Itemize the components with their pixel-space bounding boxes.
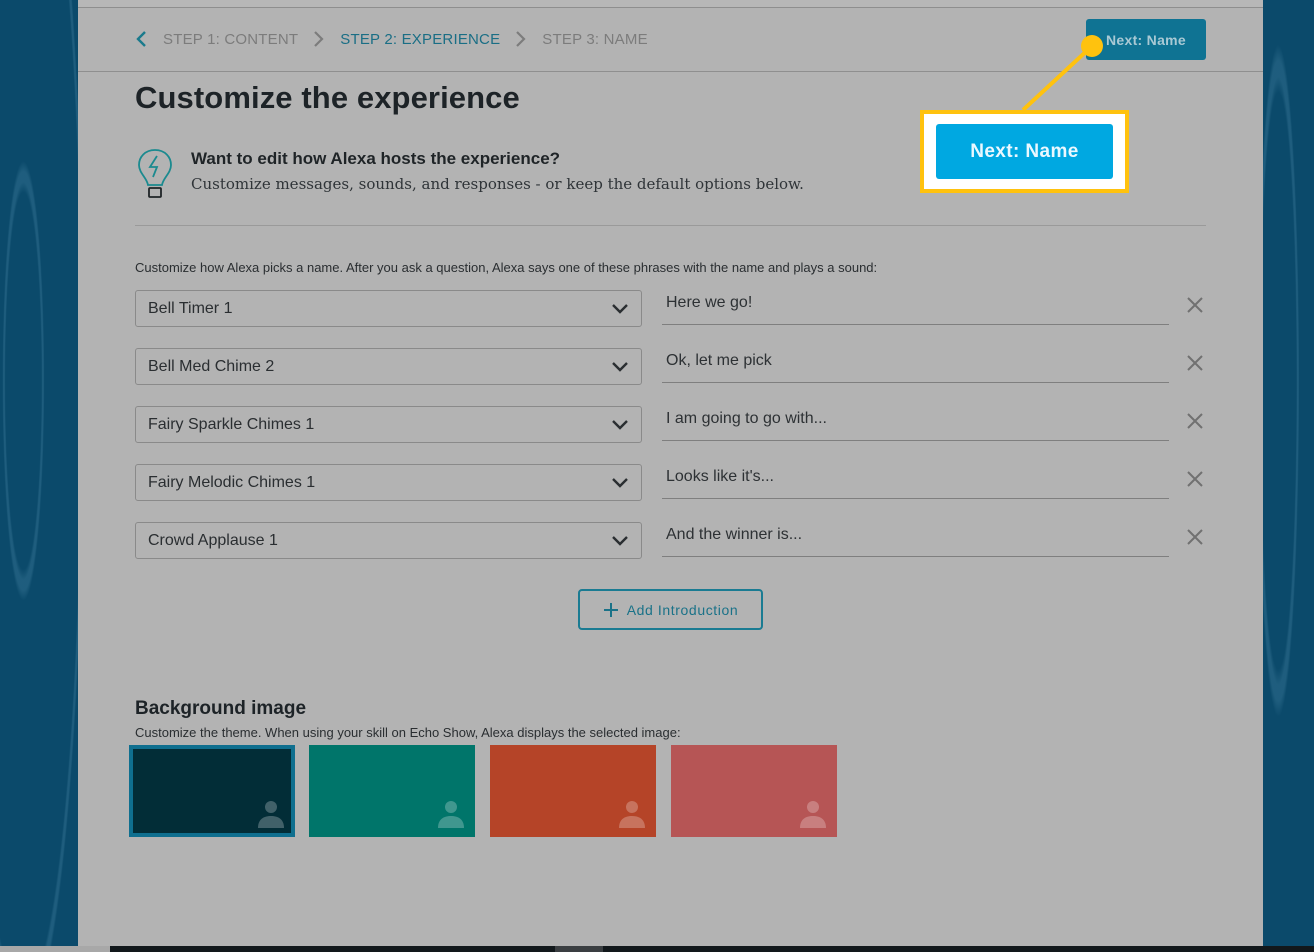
- background-swatch-orange[interactable]: [490, 745, 656, 837]
- phrase-input[interactable]: And the winner is...: [662, 520, 1169, 557]
- wizard-header: STEP 1: CONTENT STEP 2: EXPERIENCE STEP …: [78, 8, 1263, 72]
- add-introduction-button[interactable]: Add Introduction: [578, 589, 763, 630]
- lightbulb-icon: [138, 149, 172, 198]
- chevron-down-icon: [612, 304, 628, 314]
- horizontal-scrollbar[interactable]: [110, 946, 1314, 952]
- phrase-input[interactable]: Here we go!: [662, 288, 1169, 325]
- breadcrumb-step-name[interactable]: STEP 3: NAME: [542, 31, 648, 48]
- sound-select[interactable]: Fairy Sparkle Chimes 1: [135, 406, 642, 443]
- background-swatch-green[interactable]: [309, 745, 475, 837]
- breadcrumb: STEP 1: CONTENT STEP 2: EXPERIENCE STEP …: [135, 30, 648, 48]
- phrase-input[interactable]: I am going to go with...: [662, 404, 1169, 441]
- chevron-down-icon: [612, 420, 628, 430]
- add-introduction-label: Add Introduction: [626, 601, 739, 618]
- introduction-row: Fairy Sparkle Chimes 1 I am going to go …: [135, 406, 1206, 444]
- sound-select[interactable]: Bell Med Chime 2: [135, 348, 642, 385]
- next-name-button[interactable]: Next: Name: [1086, 19, 1206, 60]
- phrase-input[interactable]: Ok, let me pick: [662, 346, 1169, 383]
- background-swatch-dark-teal[interactable]: [129, 745, 295, 837]
- browser-top-edge: [0, 0, 1314, 8]
- introduction-row: Fairy Melodic Chimes 1 Looks like it's..…: [135, 464, 1206, 502]
- sound-select-value: Crowd Applause 1: [148, 532, 278, 549]
- callout-next-name-button: Next: Name: [936, 124, 1113, 179]
- page-title: Customize the experience: [135, 80, 520, 115]
- sound-select-value: Fairy Melodic Chimes 1: [148, 474, 316, 491]
- chevron-right-icon: [516, 31, 526, 47]
- taskbar-left: [0, 946, 110, 952]
- background-image-description: Customize the theme. When using your ski…: [135, 725, 681, 740]
- scrollbar-thumb[interactable]: [555, 946, 603, 952]
- background-swatch-rose[interactable]: [671, 745, 837, 837]
- phrase-input[interactable]: Looks like it's...: [662, 462, 1169, 499]
- callout-highlight: Next: Name: [920, 110, 1129, 193]
- breadcrumb-step-content[interactable]: STEP 1: CONTENT: [163, 31, 298, 48]
- close-icon[interactable]: [1185, 353, 1205, 373]
- sound-select[interactable]: Fairy Melodic Chimes 1: [135, 464, 642, 501]
- close-icon[interactable]: [1185, 295, 1205, 315]
- chevron-right-icon: [314, 31, 324, 47]
- tip-heading: Want to edit how Alexa hosts the experie…: [191, 149, 561, 168]
- close-icon[interactable]: [1185, 469, 1205, 489]
- person-icon: [258, 801, 284, 828]
- chevron-left-icon[interactable]: [135, 30, 149, 48]
- sound-select-value: Bell Timer 1: [148, 300, 233, 317]
- person-icon: [619, 801, 645, 828]
- sound-select-value: Fairy Sparkle Chimes 1: [148, 416, 315, 433]
- introductions-description: Customize how Alexa picks a name. After …: [135, 260, 878, 275]
- tip-subtext: Customize messages, sounds, and response…: [191, 175, 804, 193]
- sound-select-value: Bell Med Chime 2: [148, 358, 275, 375]
- close-icon[interactable]: [1185, 411, 1205, 431]
- decorative-background-right: [1263, 0, 1314, 952]
- introduction-row: Bell Timer 1 Here we go!: [135, 290, 1206, 328]
- chevron-down-icon: [612, 362, 628, 372]
- introduction-row: Crowd Applause 1 And the winner is...: [135, 522, 1206, 560]
- sound-select[interactable]: Crowd Applause 1: [135, 522, 642, 559]
- decorative-background-left: [0, 0, 78, 952]
- chevron-down-icon: [612, 478, 628, 488]
- section-divider: [135, 225, 1206, 226]
- sound-select[interactable]: Bell Timer 1: [135, 290, 642, 327]
- breadcrumb-step-experience[interactable]: STEP 2: EXPERIENCE: [340, 31, 500, 48]
- chevron-down-icon: [612, 536, 628, 546]
- background-image-title: Background image: [135, 698, 307, 719]
- close-icon[interactable]: [1185, 527, 1205, 547]
- introduction-row: Bell Med Chime 2 Ok, let me pick: [135, 348, 1206, 386]
- customize-tip: Want to edit how Alexa hosts the experie…: [135, 146, 804, 202]
- plus-icon: [603, 602, 618, 617]
- person-icon: [438, 801, 464, 828]
- person-icon: [800, 801, 826, 828]
